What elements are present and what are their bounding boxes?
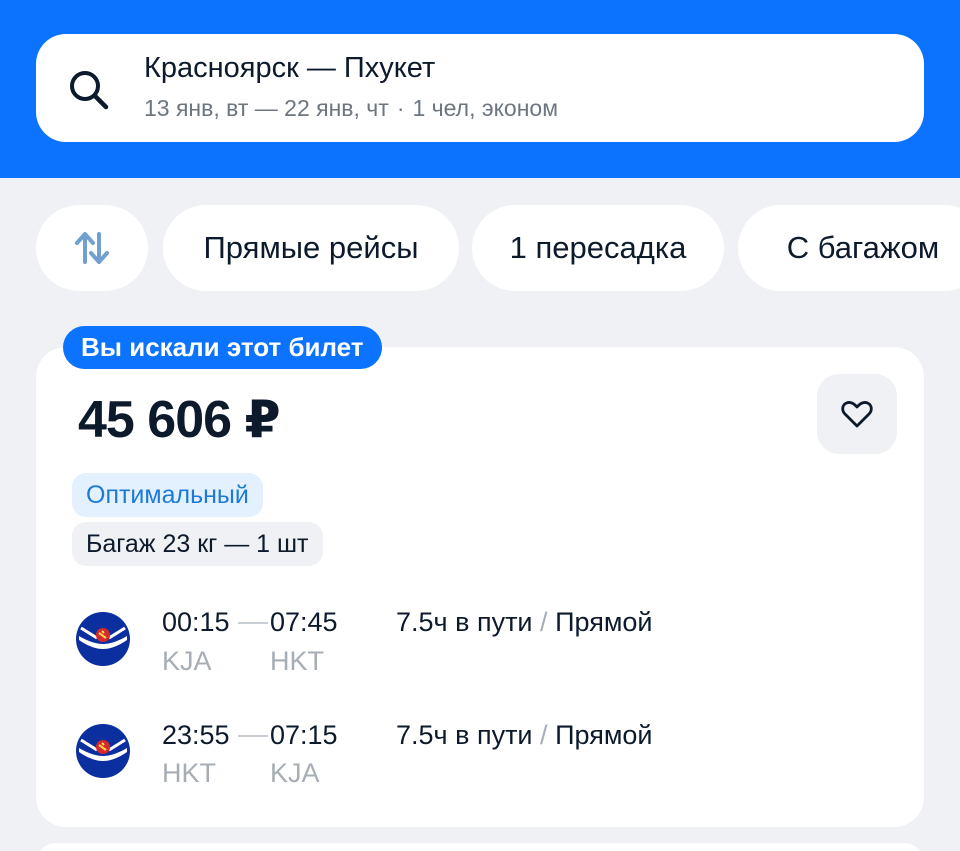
- filter-one-transfer[interactable]: 1 пересадка: [472, 205, 724, 291]
- time-dash: [238, 622, 268, 624]
- flight-duration-type: 7.5ч в пути / Прямой: [396, 607, 652, 638]
- searched-ticket-badge: Вы искали этот билет: [63, 326, 382, 369]
- airline-logo-icon: [76, 612, 130, 666]
- separator-dot: ·: [396, 95, 405, 121]
- slash-separator: /: [540, 720, 548, 750]
- duration: 7.5ч в пути: [396, 607, 533, 637]
- depart-time: 00:15: [162, 607, 230, 637]
- route-details: 13 янв, вт — 22 янв, чт · 1 чел, эконом: [144, 95, 558, 122]
- arrive-airport: KJA: [270, 758, 320, 788]
- optimal-tag: Оптимальный: [72, 473, 263, 517]
- ticket-price: 45 606 ₽: [78, 391, 281, 449]
- passengers-class: 1 чел, эконом: [412, 95, 559, 121]
- search-summary[interactable]: [36, 34, 924, 142]
- airline-logo-icon: [76, 724, 130, 778]
- heart-icon: [841, 401, 873, 428]
- flight-duration-type: 7.5ч в пути / Прямой: [396, 720, 652, 751]
- flight-type: Прямой: [555, 607, 653, 637]
- time-dash: [238, 735, 268, 737]
- depart-time: 23:55: [162, 720, 230, 750]
- filter-with-baggage[interactable]: С багажом: [738, 205, 960, 291]
- arrive-time: 07:15: [270, 720, 338, 750]
- next-ticket-card[interactable]: [36, 843, 924, 851]
- flight-type: Прямой: [555, 720, 653, 750]
- filter-direct-flights[interactable]: Прямые рейсы: [163, 205, 459, 291]
- sort-arrows-icon: [75, 232, 109, 264]
- route-title: Красноярск — Пхукет: [144, 52, 436, 84]
- search-icon[interactable]: [66, 67, 112, 113]
- favorite-button[interactable]: [817, 374, 897, 454]
- sort-button[interactable]: [36, 205, 148, 291]
- duration: 7.5ч в пути: [396, 720, 533, 750]
- arrive-airport: HKT: [270, 646, 324, 676]
- slash-separator: /: [540, 607, 548, 637]
- baggage-tag: Багаж 23 кг — 1 шт: [72, 522, 323, 566]
- depart-airport: KJA: [162, 646, 212, 676]
- trip-dates: 13 янв, вт — 22 янв, чт: [144, 95, 389, 121]
- arrive-time: 07:45: [270, 607, 338, 637]
- depart-airport: HKT: [162, 758, 216, 788]
